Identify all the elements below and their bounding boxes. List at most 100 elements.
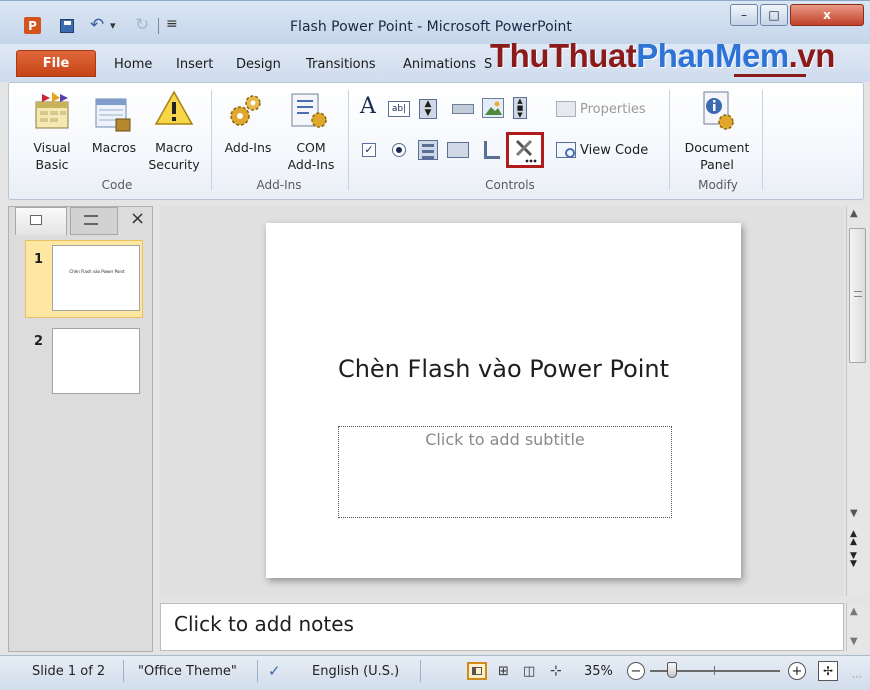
slide-thumbnail-title: Chèn Flash vào Power Point [69,269,125,274]
slides-tab-icon [30,215,42,225]
slide-position: Slide 1 of 2 [32,664,106,679]
slide-thumbnail[interactable]: Chèn Flash vào Power Point [52,245,140,311]
zoom-in-button[interactable]: + [788,662,806,680]
status-separator [420,660,421,682]
view-code-icon [556,142,576,158]
spin-button-icon[interactable]: ▲ ▼ [419,99,437,119]
watermark-logo: ThuThuatPhanMem.vn [490,37,835,74]
group-separator [348,90,349,190]
add-ins-group-label: Add-Ins [256,178,302,192]
document-panel-label[interactable]: Document Panel [678,139,756,173]
undo-dropdown-icon[interactable]: ▾ [110,19,116,32]
spell-check-icon[interactable]: ✓ [268,662,281,680]
code-group-label: Code [101,178,133,192]
listbox-control-icon[interactable] [447,142,469,158]
notes-scroll-down-icon[interactable]: ▼ [850,636,858,647]
macros-label[interactable]: Macros [86,139,142,156]
view-code-button[interactable]: View Code [556,142,648,158]
checkbox-control-icon[interactable]: ✓ [362,143,376,157]
subtitle-placeholder-text: Click to add subtitle [425,430,585,449]
slide-thumbnail[interactable] [52,328,140,394]
properties-icon [556,101,576,117]
normal-view-icon[interactable] [467,662,487,680]
visual-basic-label[interactable]: Visual Basic [26,139,78,173]
language[interactable]: English (U.S.) [312,664,399,679]
slide-sorter-icon[interactable]: ⊞ [498,664,509,679]
group-separator [211,90,212,190]
outline-tab-icon [84,215,98,225]
maximize-button[interactable]: □ [760,4,788,26]
fit-slide-icon[interactable]: ✢ [818,661,838,681]
macros-icon[interactable] [94,95,134,133]
textbox-control-icon[interactable]: ab| [388,101,410,117]
tab-outline[interactable] [70,207,118,235]
controls-group-label: Controls [485,178,535,192]
macro-security-label[interactable]: Macro Security [144,139,204,173]
zoom-slider-thumb[interactable] [667,662,677,678]
modify-group-label: Modify [698,178,738,192]
slide-canvas[interactable] [266,223,741,578]
tab-slides[interactable] [15,207,67,235]
previous-slide-icon[interactable]: ▲ ▲ [850,530,857,547]
scroll-down-icon[interactable]: ▼ [850,508,858,519]
close-panel-icon[interactable]: × [130,208,145,229]
label-control-icon[interactable]: A [360,94,376,119]
add-ins-label[interactable]: Add-Ins [218,139,278,156]
tab-animations[interactable]: Animations [403,57,476,72]
group-separator [669,90,670,190]
status-separator [123,660,124,682]
image-control-icon[interactable] [482,98,504,118]
window-title: Flash Power Point - Microsoft PowerPoint [290,19,572,35]
slide-title[interactable]: Chèn Flash vào Power Point [266,355,741,383]
option-button-icon[interactable] [392,143,406,157]
app-icon[interactable]: P [24,17,41,34]
more-controls-icon [515,139,537,163]
view-code-label: View Code [580,142,649,158]
notes-placeholder: Click to add notes [174,612,354,636]
resize-grip-icon[interactable]: ⋯ [852,672,862,683]
tab-design[interactable]: Design [236,57,281,72]
properties-button[interactable]: Properties [556,101,646,117]
command-button-icon[interactable] [452,104,474,114]
scroll-thumb[interactable] [849,228,866,363]
toggle-button-icon[interactable] [484,141,500,159]
tab-home[interactable]: Home [114,57,152,72]
theme-name[interactable]: "Office Theme" [138,664,237,679]
watermark-underline [734,74,806,77]
visual-basic-icon[interactable] [32,92,72,130]
combobox-control-icon[interactable] [418,140,438,160]
zoom-slider-tick [714,666,715,675]
zoom-out-button[interactable]: − [627,662,645,680]
close-button[interactable]: x [790,4,864,26]
gears-icon[interactable] [226,92,266,130]
scroll-grip-icon [854,291,862,297]
tab-file[interactable]: File [16,50,96,77]
slide-number: 1 [34,252,44,267]
toolbar-separator [158,18,159,34]
properties-label: Properties [580,101,646,117]
notes-scroll-up-icon[interactable]: ▲ [850,606,858,617]
undo-icon[interactable]: ↶ [90,15,104,35]
redo-icon[interactable]: ↻ [135,15,149,35]
reading-view-icon[interactable]: ◫ [523,664,535,679]
slide-show-icon[interactable]: ⊹ [550,663,562,679]
scrollbar-control-icon[interactable]: ▲ ■ ▼ [513,97,527,119]
tab-insert[interactable]: Insert [176,57,213,72]
next-slide-icon[interactable]: ▼ ▼ [850,552,857,569]
minimize-button[interactable]: – [730,4,758,26]
document-panel-icon[interactable] [698,90,738,132]
minimize-icon: – [741,8,747,22]
customize-quick-access-icon[interactable]: ≡ [166,16,178,32]
com-add-ins-label[interactable]: COM Add-Ins [280,139,342,173]
tab-transitions[interactable]: Transitions [306,57,376,72]
com-add-ins-icon[interactable] [289,92,331,130]
zoom-level[interactable]: 35% [584,664,613,679]
maximize-icon: □ [768,8,780,22]
close-icon: x [823,8,831,22]
more-controls-button[interactable] [506,132,544,168]
scroll-up-icon[interactable]: ▲ [850,208,858,219]
status-bar [0,655,870,690]
slide-number: 2 [34,334,44,349]
warning-icon[interactable] [154,90,194,128]
save-icon[interactable] [60,19,74,33]
